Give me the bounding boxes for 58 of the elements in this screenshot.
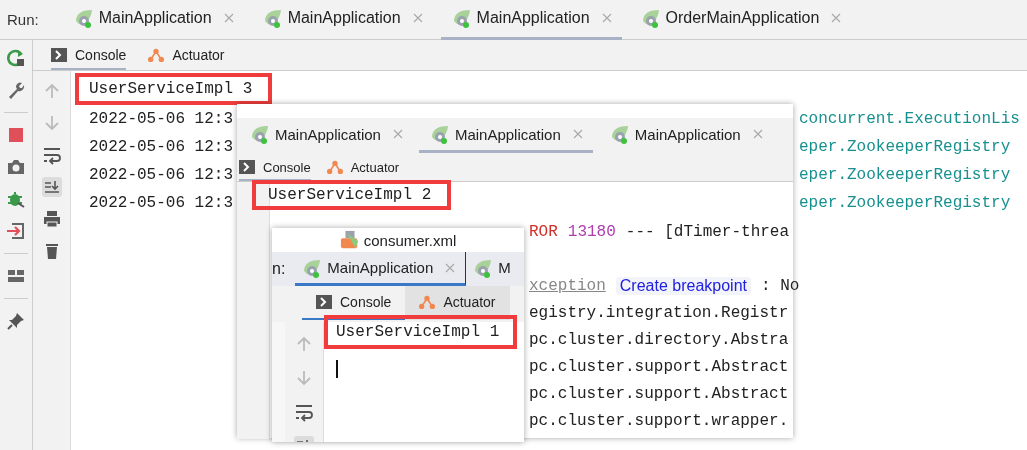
- log-timestamp: 2022-05-06 12:3: [89, 138, 234, 156]
- console-icon: [239, 159, 255, 175]
- logger-name: eper.ZookeeperRegistry: [799, 166, 1011, 184]
- exit-icon[interactable]: [6, 221, 26, 241]
- run-tab[interactable]: M: [466, 252, 521, 286]
- rerun-icon[interactable]: [6, 48, 26, 68]
- close-icon[interactable]: [831, 13, 842, 23]
- run-label: Run:: [6, 11, 40, 28]
- create-breakpoint-link[interactable]: Create breakpoint: [615, 276, 751, 295]
- camera-icon[interactable]: [6, 157, 26, 177]
- run-tab[interactable]: MainApplication: [598, 118, 773, 153]
- run-tab[interactable]: MainApplication: [62, 0, 244, 40]
- console-icon: [316, 294, 332, 310]
- actuator-icon: [148, 47, 165, 63]
- exception-link[interactable]: xception: [529, 276, 606, 295]
- close-icon[interactable]: [752, 129, 763, 139]
- log-text: --- [dTimer-threa: [625, 222, 790, 241]
- soft-wrap-icon[interactable]: [41, 145, 62, 165]
- console-icon: [51, 47, 67, 63]
- run-tab[interactable]: MainApplication: [239, 118, 413, 153]
- bug-icon[interactable]: [6, 189, 26, 209]
- soft-wrap-icon[interactable]: [294, 402, 314, 422]
- tool-tab[interactable]: Actuator: [326, 153, 400, 181]
- pin-icon[interactable]: [6, 311, 26, 331]
- tool-tab[interactable]: Console: [51, 40, 127, 70]
- close-icon[interactable]: [601, 13, 612, 23]
- run-tab[interactable]: MainApplication: [251, 0, 433, 40]
- log-text: egistry.integration.Registr: [529, 303, 789, 322]
- log-text: : No: [761, 276, 800, 295]
- process-id: 13180: [567, 222, 616, 241]
- xml-file-icon: [339, 230, 360, 250]
- close-icon[interactable]: [412, 13, 423, 23]
- logger-name: eper.ZookeeperRegistry: [799, 138, 1011, 156]
- text-cursor: [336, 360, 338, 378]
- logger-name: concurrent.ExecutionLis: [799, 110, 1020, 128]
- stop-icon[interactable]: [6, 125, 26, 145]
- run-tab[interactable]: OrderMainApplication: [629, 0, 852, 40]
- log-timestamp: 2022-05-06 12:3: [89, 166, 234, 184]
- tool-tab[interactable]: Console: [239, 153, 311, 181]
- log-text: pc.cluster.directory.Abstra: [529, 330, 789, 349]
- log-text: pc.cluster.support.Abstract: [529, 357, 789, 376]
- close-icon[interactable]: [392, 129, 403, 139]
- log-text: pc.cluster.support.Abstract: [529, 384, 789, 403]
- window-title: consumer.xml: [363, 231, 457, 249]
- run-label: n:: [272, 260, 287, 278]
- actuator-icon: [326, 159, 343, 175]
- actuator-icon: [419, 294, 436, 310]
- print-icon[interactable]: [41, 209, 62, 229]
- log-timestamp: 2022-05-06 12:3: [89, 110, 234, 128]
- log-level: ROR: [529, 222, 558, 241]
- spring-icon: [249, 123, 271, 145]
- close-icon[interactable]: [223, 13, 234, 23]
- log-text: pc.cluster.support.wrapper.: [529, 411, 789, 430]
- close-icon[interactable]: [572, 129, 583, 139]
- tool-tab[interactable]: Actuator: [148, 40, 225, 70]
- logger-name: eper.ZookeeperRegistry: [799, 194, 1011, 212]
- scroll-to-end-icon[interactable]: [41, 177, 62, 197]
- log-timestamp: 2022-05-06 12:3: [89, 194, 234, 212]
